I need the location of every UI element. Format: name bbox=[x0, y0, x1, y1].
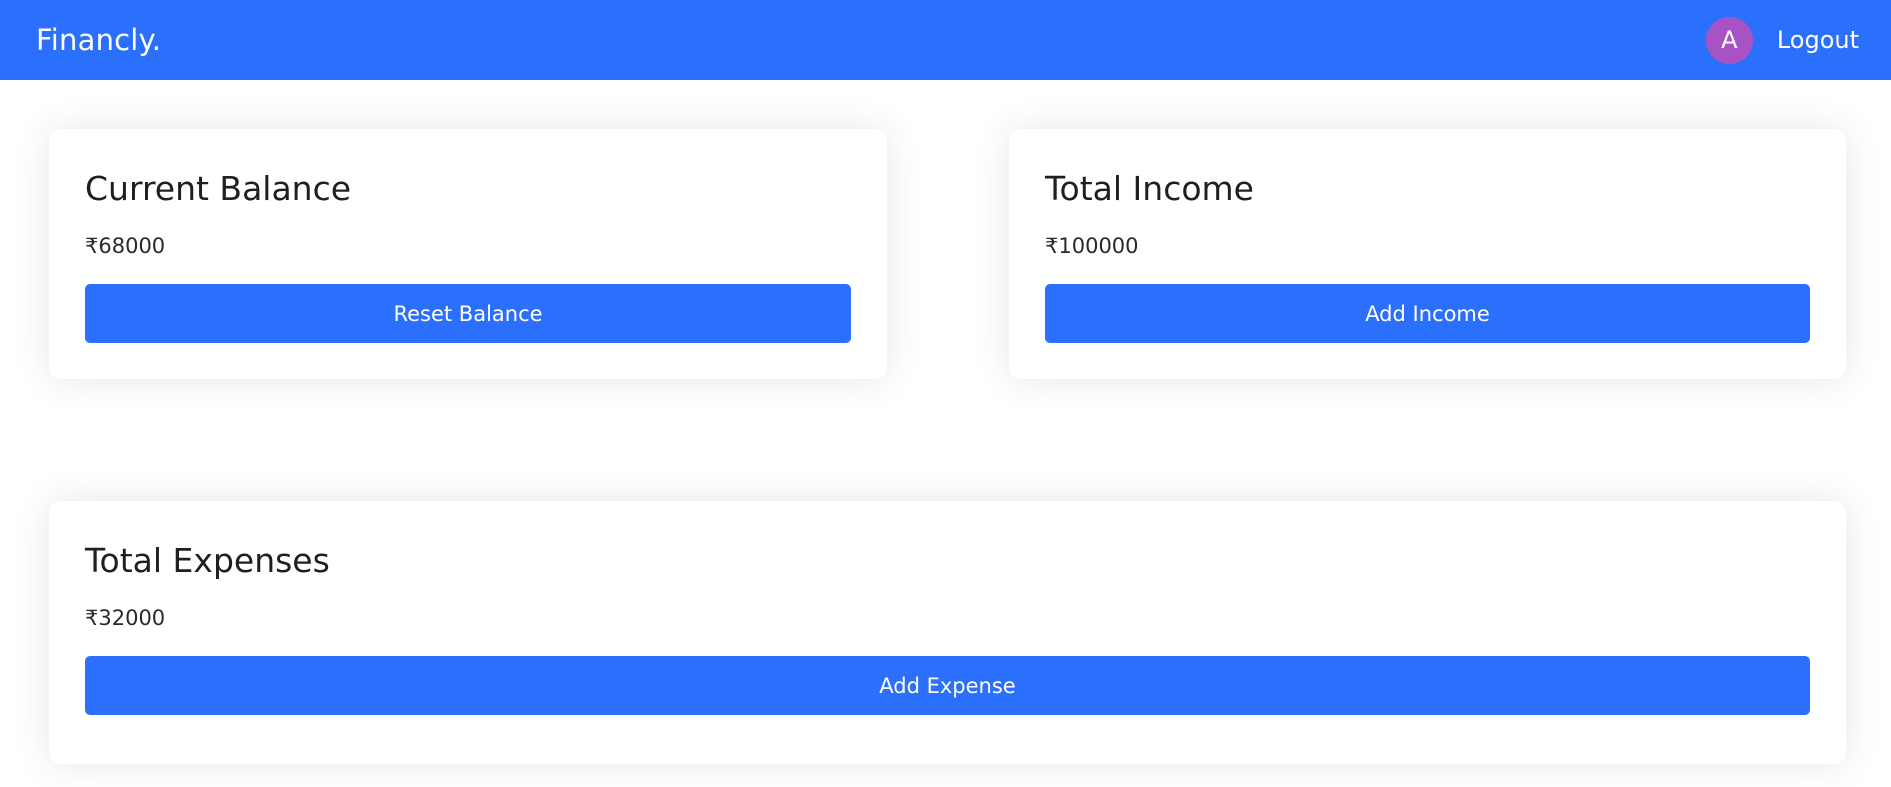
current-balance-card: Current Balance ₹68000 Reset Balance bbox=[49, 129, 887, 379]
income-value: ₹100000 bbox=[1045, 234, 1139, 258]
reset-balance-button[interactable]: Reset Balance bbox=[85, 284, 851, 343]
card-title: Current Balance bbox=[85, 169, 352, 208]
card-title: Total Expenses bbox=[85, 541, 330, 580]
add-expense-button[interactable]: Add Expense bbox=[85, 656, 1810, 715]
brand-logo: Financly. bbox=[36, 23, 162, 57]
logout-link[interactable]: Logout bbox=[1777, 26, 1859, 54]
add-income-button[interactable]: Add Income bbox=[1045, 284, 1810, 343]
top-navbar: Financly. A Logout bbox=[0, 0, 1891, 80]
balance-value: ₹68000 bbox=[85, 234, 166, 258]
avatar[interactable]: A bbox=[1705, 16, 1753, 64]
total-expenses-card: Total Expenses ₹32000 Add Expense bbox=[49, 501, 1846, 764]
expenses-value: ₹32000 bbox=[85, 606, 166, 630]
total-income-card: Total Income ₹100000 Add Income bbox=[1009, 129, 1846, 379]
card-title: Total Income bbox=[1045, 169, 1254, 208]
nav-right-group: A Logout bbox=[1705, 16, 1859, 64]
